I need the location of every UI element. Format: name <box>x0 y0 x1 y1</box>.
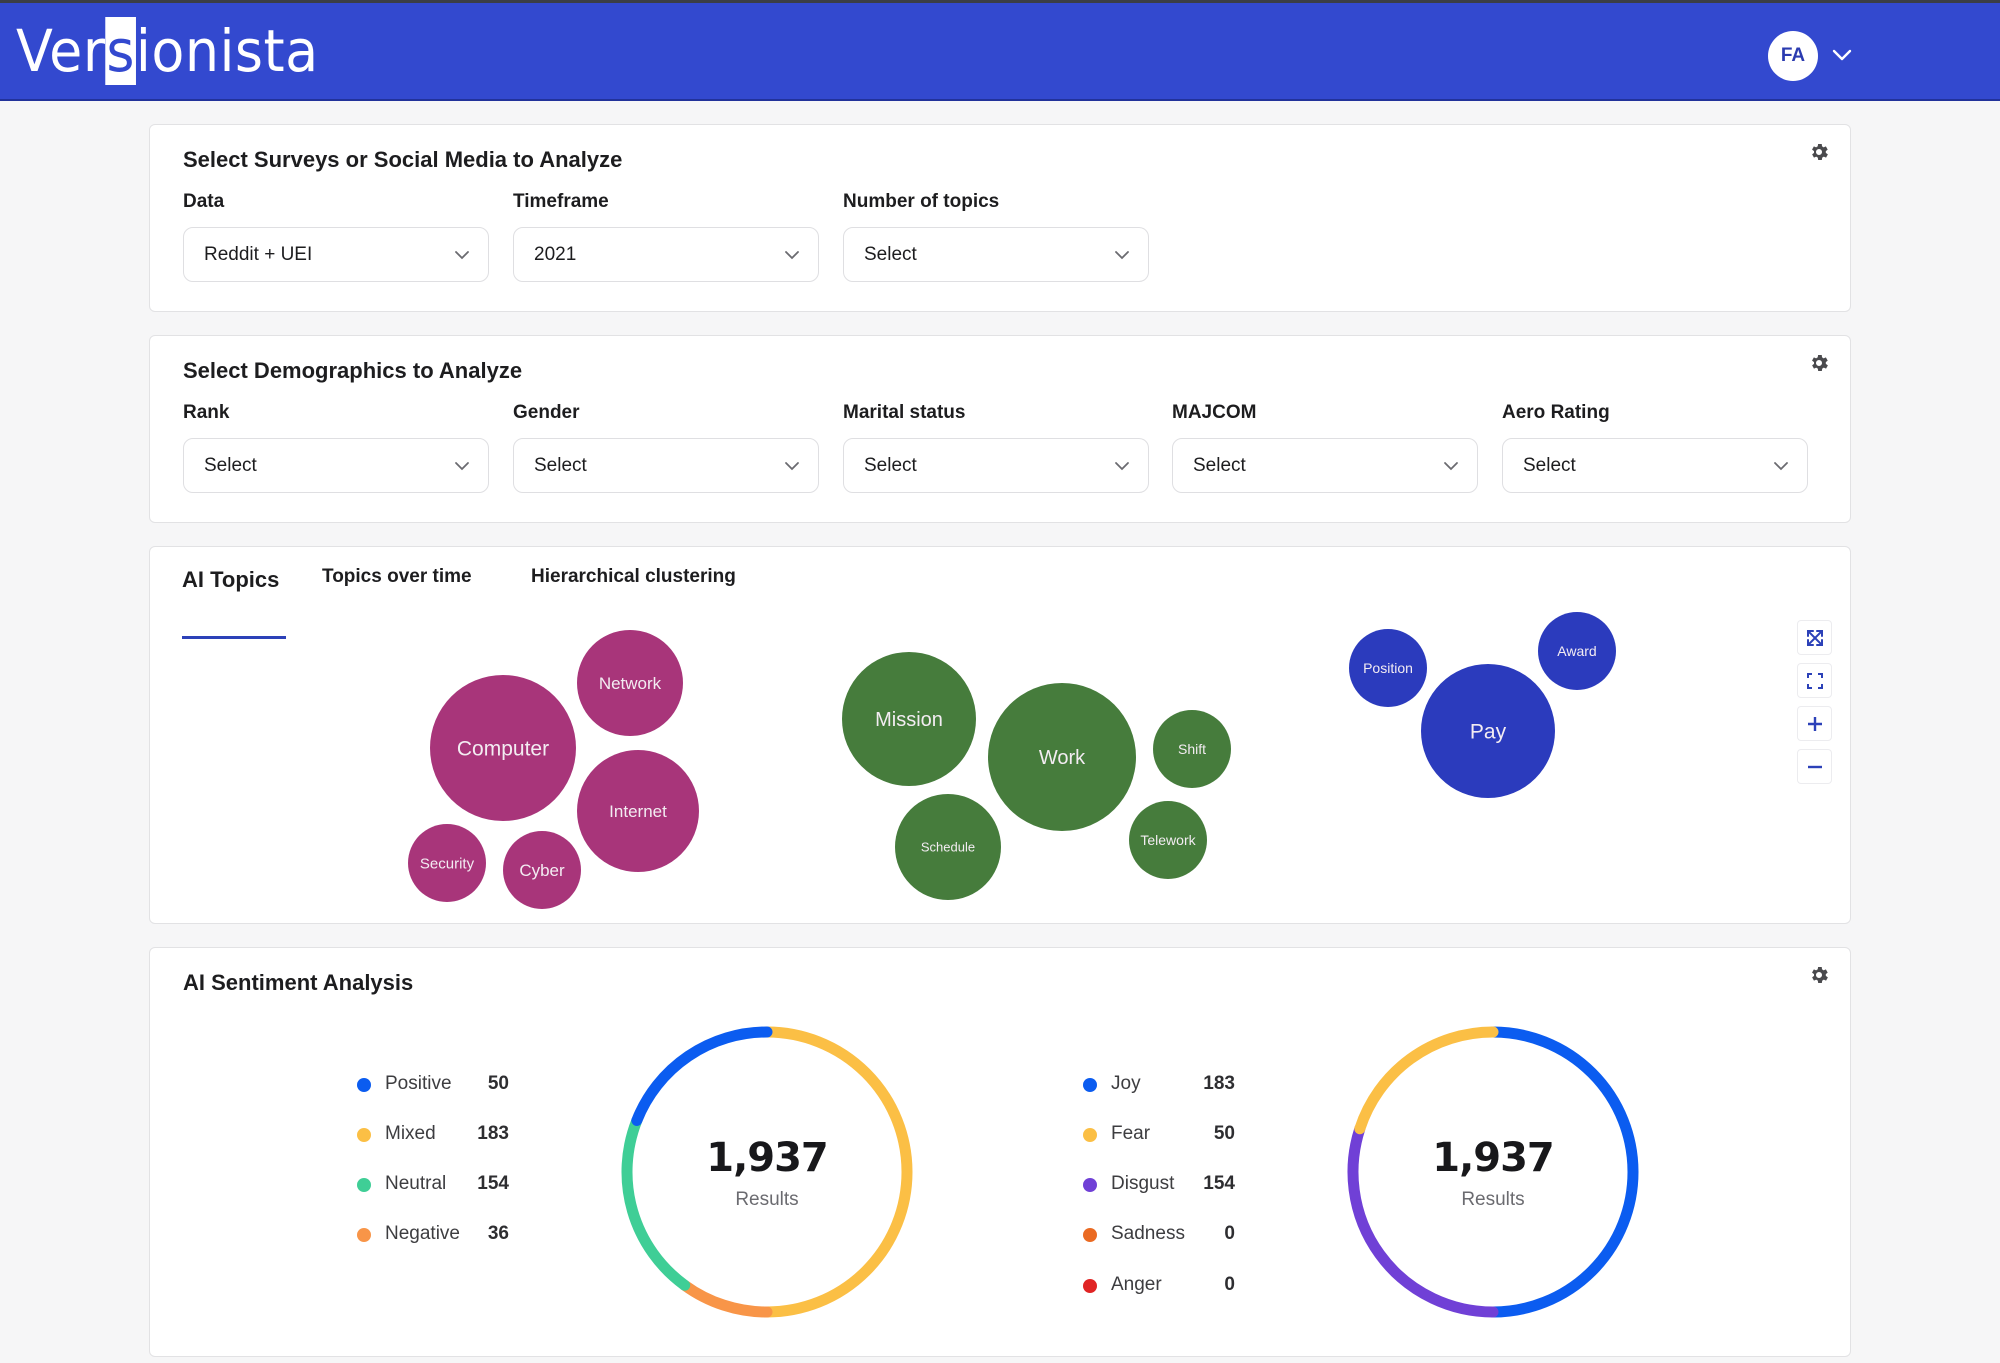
field-label-number-of-topics: Number of topics <box>843 191 1000 212</box>
marital-status-select[interactable]: Select <box>843 438 1149 493</box>
logo-text: ionista <box>135 17 319 85</box>
select-value: Select <box>864 454 917 476</box>
legend-label: Sadness <box>1111 1223 1185 1244</box>
plus-icon <box>1807 716 1822 731</box>
legend-label: Joy <box>1111 1073 1141 1094</box>
legend-value: 50 <box>487 1073 509 1094</box>
chevron-down-icon <box>785 251 799 260</box>
legend-value: 154 <box>1203 1173 1235 1194</box>
legend-dot <box>1083 1279 1097 1293</box>
chevron-down-icon <box>785 462 799 471</box>
zoom-in-button[interactable] <box>1797 706 1832 741</box>
chevron-down-icon[interactable] <box>1830 43 1854 67</box>
app-logo[interactable]: Versionista <box>16 17 319 85</box>
field-label-gender: Gender <box>513 402 580 423</box>
legend-dot <box>357 1228 371 1242</box>
aero-rating-select[interactable]: Select <box>1502 438 1808 493</box>
sentiment-donut-center: 1,937 Results <box>647 1135 887 1211</box>
data-select[interactable]: Reddit + UEI <box>183 227 489 282</box>
logo-text: Ver <box>16 17 106 85</box>
minus-icon <box>1807 765 1822 768</box>
select-value: Select <box>204 454 257 476</box>
select-value: Select <box>1523 454 1576 476</box>
field-label-aero-rating: Aero Rating <box>1502 402 1610 423</box>
select-value: 2021 <box>534 243 577 265</box>
legend-label: Disgust <box>1111 1173 1175 1194</box>
legend-label: Fear <box>1111 1123 1151 1144</box>
legend-label: Anger <box>1111 1274 1162 1295</box>
legend-value: 183 <box>1203 1073 1235 1094</box>
select-value: Reddit + UEI <box>204 243 313 265</box>
gear-icon[interactable] <box>1808 964 1830 986</box>
legend-dot <box>1083 1128 1097 1142</box>
expand-arrows-icon <box>1806 629 1823 646</box>
legend-value: 183 <box>477 1123 509 1144</box>
emotion-total: 1,937 <box>1432 1135 1555 1181</box>
fullscreen-icon <box>1806 672 1823 689</box>
legend-value: 50 <box>1213 1123 1235 1144</box>
timeframe-select[interactable]: 2021 <box>513 227 819 282</box>
legend-dot <box>1083 1078 1097 1092</box>
app-header: Versionista FA <box>0 3 2000 101</box>
gear-icon[interactable] <box>1808 141 1830 163</box>
chevron-down-icon <box>1774 462 1788 471</box>
rank-select[interactable]: Select <box>183 438 489 493</box>
field-label-data: Data <box>183 191 225 212</box>
gear-icon[interactable] <box>1808 352 1830 374</box>
legend-label: Positive <box>385 1073 452 1094</box>
legend-value: 154 <box>477 1173 509 1194</box>
chevron-down-icon <box>455 251 469 260</box>
surveys-panel: Select Surveys or Social Media to Analyz… <box>149 124 1851 312</box>
tab-ai-topics[interactable]: AI Topics <box>182 567 279 593</box>
chevron-down-icon <box>455 462 469 471</box>
chevron-down-icon <box>1115 462 1129 471</box>
number-of-topics-select[interactable]: Select <box>843 227 1149 282</box>
panel-title: Select Demographics to Analyze <box>183 358 523 383</box>
legend-dot <box>357 1128 371 1142</box>
select-value: Select <box>534 454 587 476</box>
select-value: Select <box>864 243 917 265</box>
user-avatar[interactable]: FA <box>1768 31 1818 81</box>
emotion-total-label: Results <box>1461 1189 1525 1210</box>
legend-value: 0 <box>1224 1223 1235 1244</box>
legend-label: Neutral <box>385 1173 447 1194</box>
legend-dot <box>357 1078 371 1092</box>
legend-value: 0 <box>1224 1274 1235 1295</box>
field-label-rank: Rank <box>183 402 230 423</box>
chevron-down-icon <box>1444 462 1458 471</box>
legend-value: 36 <box>487 1223 509 1244</box>
logo-highlight: s <box>105 17 136 85</box>
majcom-select[interactable]: Select <box>1172 438 1478 493</box>
field-label-marital-status: Marital status <box>843 402 966 423</box>
chevron-down-icon <box>1115 251 1129 260</box>
field-label-majcom: MAJCOM <box>1172 402 1257 423</box>
topics-panel <box>149 546 1851 924</box>
fullscreen-button[interactable] <box>1797 663 1832 698</box>
sentiment-total-label: Results <box>735 1189 799 1210</box>
panel-title: Select Surveys or Social Media to Analyz… <box>183 147 623 172</box>
sentiment-total: 1,937 <box>706 1135 829 1181</box>
legend-label: Mixed <box>385 1123 436 1144</box>
legend-dot <box>1083 1228 1097 1242</box>
gender-select[interactable]: Select <box>513 438 819 493</box>
demographics-panel: Select Demographics to Analyze Rank Gend… <box>149 335 1851 523</box>
field-label-timeframe: Timeframe <box>513 191 609 212</box>
tab-hierarchical-clustering[interactable]: Hierarchical clustering <box>531 566 736 588</box>
legend-dot <box>1083 1178 1097 1192</box>
tab-topics-over-time[interactable]: Topics over time <box>322 566 472 588</box>
zoom-out-button[interactable] <box>1797 749 1832 784</box>
fit-view-button[interactable] <box>1797 620 1832 655</box>
active-tab-indicator <box>182 636 286 639</box>
legend-dot <box>357 1178 371 1192</box>
select-value: Select <box>1193 454 1246 476</box>
emotion-donut-center: 1,937 Results <box>1373 1135 1613 1211</box>
panel-title: AI Sentiment Analysis <box>183 970 414 995</box>
